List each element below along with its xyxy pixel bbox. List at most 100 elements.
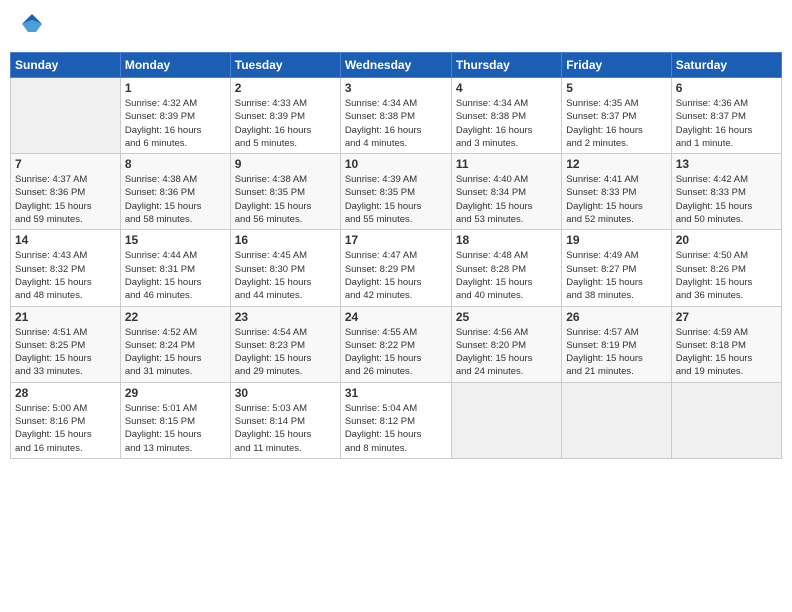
day-info: Sunrise: 4:39 AM Sunset: 8:35 PM Dayligh…	[345, 173, 447, 226]
day-info: Sunrise: 4:55 AM Sunset: 8:22 PM Dayligh…	[345, 326, 447, 379]
calendar-week-row: 14 Sunrise: 4:43 AM Sunset: 8:32 PM Dayli…	[11, 230, 782, 306]
calendar-cell: 21 Sunrise: 4:51 AM Sunset: 8:25 PM Dayli…	[11, 306, 121, 382]
calendar-cell: 1 Sunrise: 4:32 AM Sunset: 8:39 PM Daylig…	[120, 78, 230, 154]
day-info: Sunrise: 5:01 AM Sunset: 8:15 PM Dayligh…	[125, 402, 226, 455]
day-number: 31	[345, 386, 447, 400]
calendar-table: SundayMondayTuesdayWednesdayThursdayFrid…	[10, 52, 782, 459]
day-number: 22	[125, 310, 226, 324]
day-info: Sunrise: 4:49 AM Sunset: 8:27 PM Dayligh…	[566, 249, 666, 302]
day-info: Sunrise: 4:57 AM Sunset: 8:19 PM Dayligh…	[566, 326, 666, 379]
calendar-cell: 2Sunrise: 4:33 AM Sunset: 8:39 PM Daylig…	[230, 78, 340, 154]
calendar-cell: 24 Sunrise: 4:55 AM Sunset: 8:22 PM Dayli…	[340, 306, 451, 382]
day-info: Sunrise: 4:59 AM Sunset: 8:18 PM Dayligh…	[676, 326, 777, 379]
calendar-cell: 6 Sunrise: 4:36 AM Sunset: 8:37 PM Daylig…	[671, 78, 781, 154]
day-info: Sunrise: 5:04 AM Sunset: 8:12 PM Dayligh…	[345, 402, 447, 455]
day-number: 15	[125, 233, 226, 247]
calendar-cell: 5 Sunrise: 4:35 AM Sunset: 8:37 PM Daylig…	[562, 78, 671, 154]
day-info: Sunrise: 4:42 AM Sunset: 8:33 PM Dayligh…	[676, 173, 777, 226]
day-number: 23	[235, 310, 336, 324]
day-info: Sunrise: 4:45 AM Sunset: 8:30 PM Dayligh…	[235, 249, 336, 302]
day-number: 24	[345, 310, 447, 324]
day-number: 2	[235, 81, 336, 95]
day-number: 26	[566, 310, 666, 324]
day-info: Sunrise: 4:34 AM Sunset: 8:38 PM Dayligh…	[345, 97, 447, 150]
day-info: Sunrise: 4:37 AM Sunset: 8:36 PM Dayligh…	[15, 173, 116, 226]
day-info: Sunrise: 4:38 AM Sunset: 8:36 PM Dayligh…	[125, 173, 226, 226]
day-info: Sunrise: 5:03 AM Sunset: 8:14 PM Dayligh…	[235, 402, 336, 455]
day-number: 1	[125, 81, 226, 95]
calendar-cell	[11, 78, 121, 154]
calendar-cell: 22 Sunrise: 4:52 AM Sunset: 8:24 PM Dayli…	[120, 306, 230, 382]
day-number: 5	[566, 81, 666, 95]
day-number: 6	[676, 81, 777, 95]
calendar-week-row: 21 Sunrise: 4:51 AM Sunset: 8:25 PM Dayli…	[11, 306, 782, 382]
calendar-cell: 15 Sunrise: 4:44 AM Sunset: 8:31 PM Dayli…	[120, 230, 230, 306]
calendar-cell: 20Sunrise: 4:50 AM Sunset: 8:26 PM Dayli…	[671, 230, 781, 306]
day-info: Sunrise: 4:34 AM Sunset: 8:38 PM Dayligh…	[456, 97, 557, 150]
day-number: 9	[235, 157, 336, 171]
header-saturday: Saturday	[671, 53, 781, 78]
day-info: Sunrise: 4:43 AM Sunset: 8:32 PM Dayligh…	[15, 249, 116, 302]
calendar-cell: 26 Sunrise: 4:57 AM Sunset: 8:19 PM Dayli…	[562, 306, 671, 382]
day-number: 30	[235, 386, 336, 400]
day-info: Sunrise: 4:35 AM Sunset: 8:37 PM Dayligh…	[566, 97, 666, 150]
day-info: Sunrise: 4:48 AM Sunset: 8:28 PM Dayligh…	[456, 249, 557, 302]
day-info: Sunrise: 4:54 AM Sunset: 8:23 PM Dayligh…	[235, 326, 336, 379]
day-info: Sunrise: 4:38 AM Sunset: 8:35 PM Dayligh…	[235, 173, 336, 226]
day-info: Sunrise: 4:36 AM Sunset: 8:37 PM Dayligh…	[676, 97, 777, 150]
day-number: 12	[566, 157, 666, 171]
logo	[14, 10, 52, 46]
day-number: 14	[15, 233, 116, 247]
day-info: Sunrise: 4:44 AM Sunset: 8:31 PM Dayligh…	[125, 249, 226, 302]
day-number: 3	[345, 81, 447, 95]
calendar-header-row: SundayMondayTuesdayWednesdayThursdayFrid…	[11, 53, 782, 78]
day-number: 25	[456, 310, 557, 324]
day-info: Sunrise: 4:47 AM Sunset: 8:29 PM Dayligh…	[345, 249, 447, 302]
calendar-cell: 10 Sunrise: 4:39 AM Sunset: 8:35 PM Dayli…	[340, 154, 451, 230]
day-number: 28	[15, 386, 116, 400]
calendar-cell: 19 Sunrise: 4:49 AM Sunset: 8:27 PM Dayli…	[562, 230, 671, 306]
calendar-cell: 13 Sunrise: 4:42 AM Sunset: 8:33 PM Dayli…	[671, 154, 781, 230]
header-wednesday: Wednesday	[340, 53, 451, 78]
day-number: 16	[235, 233, 336, 247]
calendar-cell: 16 Sunrise: 4:45 AM Sunset: 8:30 PM Dayli…	[230, 230, 340, 306]
calendar-cell: 9 Sunrise: 4:38 AM Sunset: 8:35 PM Daylig…	[230, 154, 340, 230]
day-number: 27	[676, 310, 777, 324]
day-info: Sunrise: 4:40 AM Sunset: 8:34 PM Dayligh…	[456, 173, 557, 226]
calendar-cell: 7 Sunrise: 4:37 AM Sunset: 8:36 PM Daylig…	[11, 154, 121, 230]
day-number: 4	[456, 81, 557, 95]
header-friday: Friday	[562, 53, 671, 78]
day-number: 13	[676, 157, 777, 171]
calendar-cell: 28 Sunrise: 5:00 AM Sunset: 8:16 PM Dayli…	[11, 382, 121, 458]
day-number: 21	[15, 310, 116, 324]
day-number: 19	[566, 233, 666, 247]
day-number: 7	[15, 157, 116, 171]
day-info: Sunrise: 5:00 AM Sunset: 8:16 PM Dayligh…	[15, 402, 116, 455]
header-sunday: Sunday	[11, 53, 121, 78]
calendar-cell: 11Sunrise: 4:40 AM Sunset: 8:34 PM Dayli…	[451, 154, 561, 230]
calendar-week-row: 7 Sunrise: 4:37 AM Sunset: 8:36 PM Daylig…	[11, 154, 782, 230]
calendar-cell: 3 Sunrise: 4:34 AM Sunset: 8:38 PM Daylig…	[340, 78, 451, 154]
day-info: Sunrise: 4:56 AM Sunset: 8:20 PM Dayligh…	[456, 326, 557, 379]
calendar-week-row: 1 Sunrise: 4:32 AM Sunset: 8:39 PM Daylig…	[11, 78, 782, 154]
calendar-week-row: 28 Sunrise: 5:00 AM Sunset: 8:16 PM Dayli…	[11, 382, 782, 458]
calendar-cell: 25 Sunrise: 4:56 AM Sunset: 8:20 PM Dayli…	[451, 306, 561, 382]
day-number: 10	[345, 157, 447, 171]
header-tuesday: Tuesday	[230, 53, 340, 78]
calendar-cell	[562, 382, 671, 458]
calendar-cell: 23 Sunrise: 4:54 AM Sunset: 8:23 PM Dayli…	[230, 306, 340, 382]
day-info: Sunrise: 4:51 AM Sunset: 8:25 PM Dayligh…	[15, 326, 116, 379]
day-info: Sunrise: 4:32 AM Sunset: 8:39 PM Dayligh…	[125, 97, 226, 150]
calendar-cell: 14 Sunrise: 4:43 AM Sunset: 8:32 PM Dayli…	[11, 230, 121, 306]
calendar-cell: 12Sunrise: 4:41 AM Sunset: 8:33 PM Dayli…	[562, 154, 671, 230]
day-number: 20	[676, 233, 777, 247]
calendar-cell: 27 Sunrise: 4:59 AM Sunset: 8:18 PM Dayli…	[671, 306, 781, 382]
calendar-cell: 4 Sunrise: 4:34 AM Sunset: 8:38 PM Daylig…	[451, 78, 561, 154]
day-number: 17	[345, 233, 447, 247]
calendar-cell: 31 Sunrise: 5:04 AM Sunset: 8:12 PM Dayli…	[340, 382, 451, 458]
calendar-cell: 29Sunrise: 5:01 AM Sunset: 8:15 PM Dayli…	[120, 382, 230, 458]
logo-bird-icon	[14, 10, 50, 46]
calendar-cell: 30 Sunrise: 5:03 AM Sunset: 8:14 PM Dayli…	[230, 382, 340, 458]
header-thursday: Thursday	[451, 53, 561, 78]
day-info: Sunrise: 4:52 AM Sunset: 8:24 PM Dayligh…	[125, 326, 226, 379]
